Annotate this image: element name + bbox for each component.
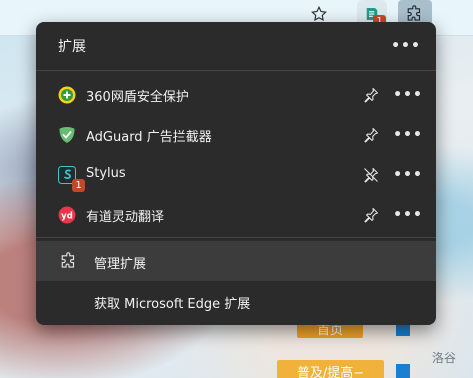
panel-title: 扩展 bbox=[58, 39, 86, 55]
background-square bbox=[396, 364, 410, 378]
extension-more-button[interactable]: ••• bbox=[393, 163, 423, 187]
pin-icon bbox=[364, 87, 379, 103]
adguard-icon bbox=[59, 127, 75, 143]
more-icon: ••• bbox=[393, 127, 423, 143]
unpinned-icon bbox=[364, 167, 379, 183]
extension-name: AdGuard 广告拦截器 bbox=[86, 130, 212, 145]
unpin-button[interactable] bbox=[358, 163, 384, 187]
pin-button[interactable] bbox=[358, 123, 384, 147]
shield-360-icon bbox=[58, 86, 76, 104]
extension-more-button[interactable]: ••• bbox=[393, 123, 423, 147]
pin-button[interactable] bbox=[358, 83, 384, 107]
extension-name: 有道灵动翻译 bbox=[86, 210, 165, 225]
extension-more-button[interactable]: ••• bbox=[393, 83, 423, 107]
extension-name: Stylus bbox=[86, 166, 126, 181]
youdao-icon: yd bbox=[58, 206, 76, 224]
extension-more-button[interactable]: ••• bbox=[393, 203, 423, 227]
extension-name: 360网盾安全保护 bbox=[86, 90, 189, 105]
extension-row-youdao[interactable]: yd 有道灵动翻译 ••• bbox=[36, 195, 436, 235]
background-tag-difficulty: 普及/提高− bbox=[277, 360, 384, 378]
stylus-badge: 1 bbox=[72, 179, 85, 192]
more-icon: ••• bbox=[393, 87, 423, 103]
more-icon: ••• bbox=[393, 207, 423, 223]
svg-text:yd: yd bbox=[61, 212, 73, 222]
divider bbox=[36, 70, 436, 71]
panel-more-options-button[interactable]: ••• bbox=[391, 34, 421, 58]
puzzle-icon bbox=[61, 252, 75, 268]
get-edge-extensions-label: 获取 Microsoft Edge 扩展 bbox=[94, 297, 251, 312]
get-edge-extensions-link[interactable]: 获取 Microsoft Edge 扩展 bbox=[36, 281, 436, 321]
pin-icon bbox=[364, 127, 379, 143]
manage-extensions-label: 管理扩展 bbox=[94, 257, 147, 272]
extensions-panel: 扩展 ••• 360网盾安全保护 ••• AdGuard 广告拦截器 ••• 1… bbox=[36, 22, 436, 325]
pin-button[interactable] bbox=[358, 203, 384, 227]
more-icon: ••• bbox=[393, 167, 423, 183]
extension-row-adguard[interactable]: AdGuard 广告拦截器 ••• bbox=[36, 115, 436, 155]
background-watermark: 洛谷 bbox=[432, 351, 457, 365]
divider bbox=[36, 237, 436, 238]
panel-header: 扩展 ••• bbox=[36, 22, 436, 70]
manage-extensions-item[interactable]: 管理扩展 bbox=[36, 241, 436, 281]
puzzle-icon bbox=[407, 5, 421, 21]
more-icon: ••• bbox=[391, 38, 421, 54]
pin-icon bbox=[364, 207, 379, 223]
extension-row-stylus[interactable]: 1 Stylus ••• bbox=[36, 155, 436, 195]
extension-row-360[interactable]: 360网盾安全保护 ••• bbox=[36, 75, 436, 115]
